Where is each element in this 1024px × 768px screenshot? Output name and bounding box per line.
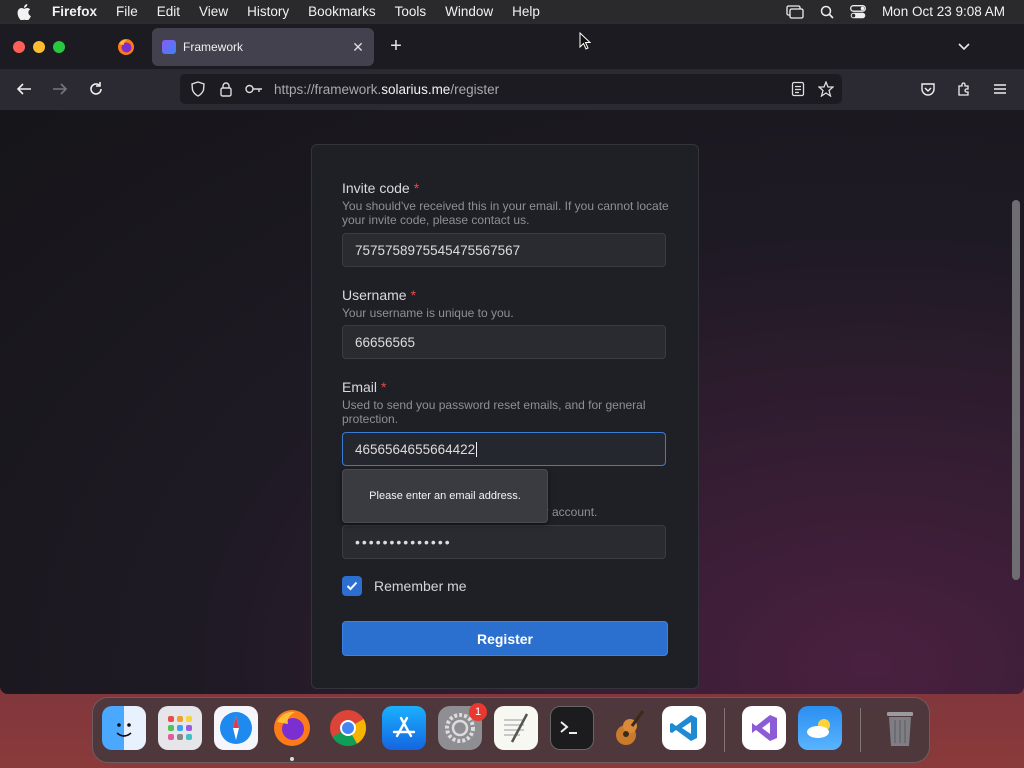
firefox-window: Framework ✕ + https://framework.solarius… bbox=[0, 24, 1024, 694]
firefox-dock-icon[interactable] bbox=[270, 706, 314, 750]
framework-favicon-icon bbox=[162, 40, 176, 54]
notification-badge: 1 bbox=[469, 703, 487, 721]
launchpad-icon[interactable] bbox=[158, 706, 202, 750]
email-validation-tooltip: Please enter an email address. bbox=[342, 469, 548, 523]
weather-icon[interactable] bbox=[798, 706, 842, 750]
screen-mirroring-icon[interactable] bbox=[786, 4, 804, 19]
invite-code-input[interactable]: 7575758975545475567567 bbox=[342, 233, 666, 267]
navigation-toolbar: https://framework.solarius.me/register bbox=[0, 69, 1024, 110]
dock-separator-2 bbox=[860, 708, 861, 752]
dock-separator bbox=[724, 708, 725, 752]
page-content: Invite code * You should've received this… bbox=[0, 110, 1024, 694]
email-input[interactable]: 4656564655664422 bbox=[342, 432, 666, 466]
textedit-icon[interactable] bbox=[494, 706, 538, 750]
spotlight-search-icon[interactable] bbox=[820, 5, 834, 19]
forward-arrow-icon[interactable] bbox=[50, 79, 70, 99]
address-bar[interactable]: https://framework.solarius.me/register bbox=[180, 74, 842, 104]
text-caret bbox=[476, 441, 478, 457]
close-tab-icon[interactable]: ✕ bbox=[348, 39, 368, 56]
app-store-icon[interactable] bbox=[382, 706, 426, 750]
menu-bar-clock[interactable]: Mon Oct 23 9:08 AM bbox=[882, 4, 1005, 19]
key-permissions-icon[interactable] bbox=[244, 79, 264, 99]
menu-app-name[interactable]: Firefox bbox=[52, 4, 97, 19]
lock-icon[interactable] bbox=[216, 79, 236, 99]
control-center-icon[interactable] bbox=[849, 4, 866, 19]
page-scrollbar[interactable] bbox=[1012, 200, 1020, 580]
email-description: Used to send you password reset emails, … bbox=[342, 398, 646, 426]
bookmark-star-icon[interactable] bbox=[816, 79, 836, 99]
terminal-icon[interactable] bbox=[550, 706, 594, 750]
register-form-card: Invite code * You should've received this… bbox=[311, 144, 699, 689]
menu-tools[interactable]: Tools bbox=[395, 4, 427, 19]
username-input[interactable]: 66656565 bbox=[342, 325, 666, 359]
username-label: Username * bbox=[342, 287, 417, 303]
system-settings-icon[interactable]: 1 bbox=[438, 703, 487, 750]
checkmark-icon bbox=[346, 581, 358, 591]
menu-bookmarks[interactable]: Bookmarks bbox=[308, 4, 376, 19]
macos-dock: 1 bbox=[92, 697, 930, 763]
remember-me-label[interactable]: Remember me bbox=[374, 578, 467, 594]
safari-icon[interactable] bbox=[214, 706, 258, 750]
url-text[interactable]: https://framework.solarius.me/register bbox=[274, 82, 499, 97]
firefox-running-indicator bbox=[290, 757, 294, 761]
menu-history[interactable]: History bbox=[247, 4, 289, 19]
invite-code-label: Invite code * bbox=[342, 180, 420, 196]
tracking-protection-shield-icon[interactable] bbox=[188, 79, 208, 99]
mouse-pointer-icon bbox=[579, 31, 592, 55]
chrome-icon[interactable] bbox=[326, 706, 370, 750]
finder-icon[interactable] bbox=[102, 706, 146, 750]
email-label: Email * bbox=[342, 379, 387, 395]
apple-menu-icon[interactable] bbox=[17, 3, 37, 20]
menu-file[interactable]: File bbox=[116, 4, 138, 19]
tab-title: Framework bbox=[183, 40, 244, 54]
remember-me-checkbox[interactable] bbox=[342, 576, 362, 596]
minimize-window-button[interactable] bbox=[33, 41, 45, 53]
hamburger-menu-icon[interactable] bbox=[990, 79, 1010, 99]
reader-view-icon[interactable] bbox=[788, 79, 808, 99]
remember-me-row[interactable]: Remember me bbox=[342, 576, 467, 596]
password-input[interactable]: •••••••••••••• bbox=[342, 525, 666, 559]
visual-studio-icon[interactable] bbox=[742, 706, 786, 750]
menu-edit[interactable]: Edit bbox=[157, 4, 180, 19]
zoom-window-button[interactable] bbox=[53, 41, 65, 53]
tab-framework[interactable]: Framework ✕ bbox=[152, 28, 374, 66]
tab-bar: Framework ✕ + bbox=[0, 24, 1024, 69]
new-tab-icon[interactable]: + bbox=[386, 36, 406, 56]
list-all-tabs-chevron-icon[interactable] bbox=[955, 38, 973, 56]
trash-icon[interactable] bbox=[878, 706, 922, 750]
username-description: Your username is unique to you. bbox=[342, 306, 514, 320]
window-controls bbox=[13, 41, 73, 53]
extensions-puzzle-icon[interactable] bbox=[954, 79, 974, 99]
macos-menu-bar: Firefox File Edit View History Bookmarks… bbox=[0, 0, 1024, 23]
pocket-icon[interactable] bbox=[918, 79, 938, 99]
back-arrow-icon[interactable] bbox=[14, 79, 34, 99]
register-button[interactable]: Register bbox=[342, 621, 668, 656]
menu-help[interactable]: Help bbox=[512, 4, 540, 19]
vscode-icon[interactable] bbox=[662, 706, 706, 750]
invite-code-description: You should've received this in your emai… bbox=[342, 199, 669, 227]
pinned-firefox-tab-icon[interactable] bbox=[116, 37, 136, 57]
reload-icon[interactable] bbox=[86, 79, 106, 99]
menu-view[interactable]: View bbox=[199, 4, 228, 19]
close-window-button[interactable] bbox=[13, 41, 25, 53]
menu-window[interactable]: Window bbox=[445, 4, 493, 19]
garageband-icon[interactable] bbox=[606, 706, 650, 750]
